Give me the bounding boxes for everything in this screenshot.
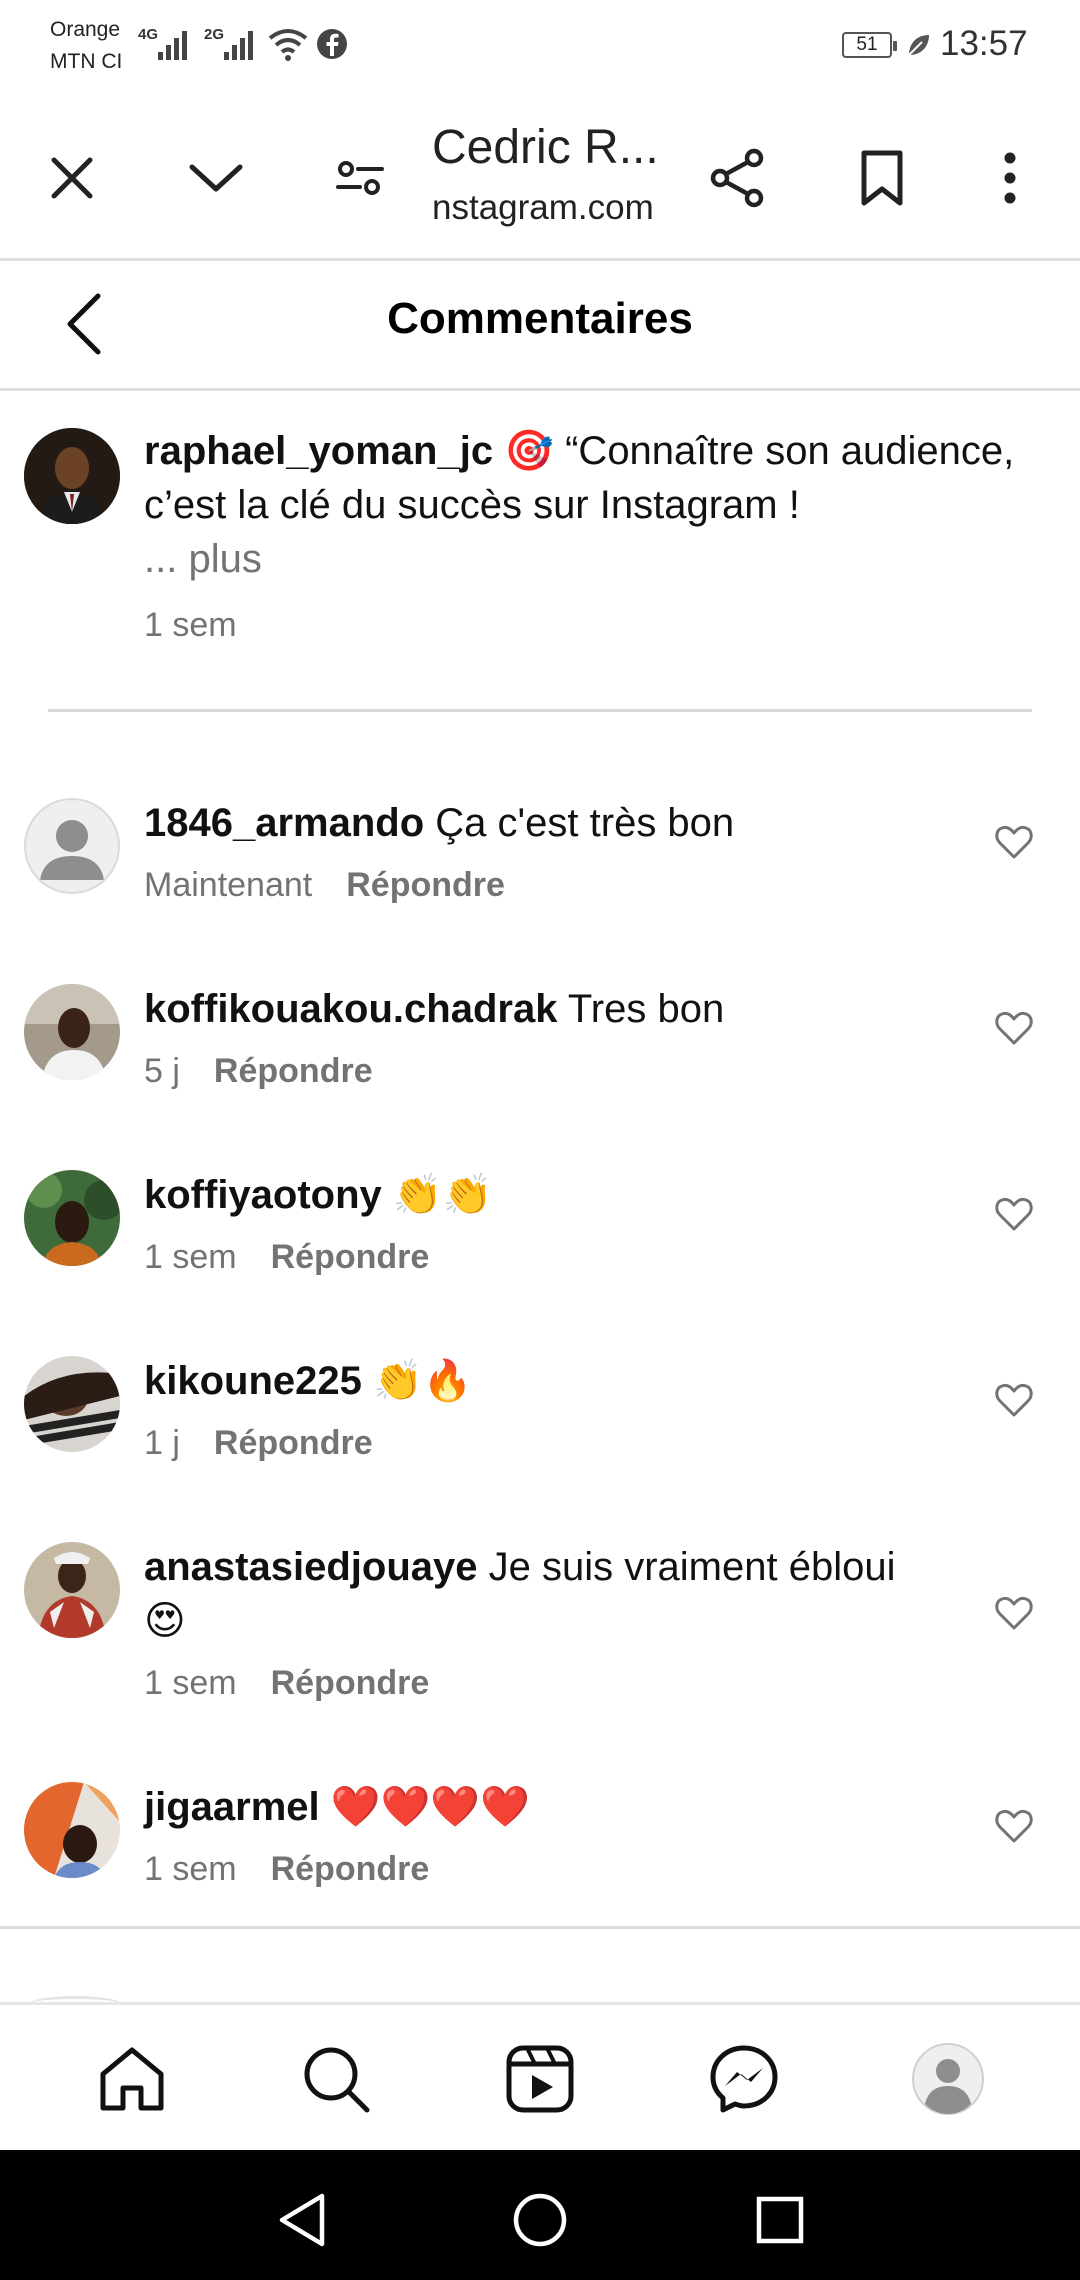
comment-username[interactable]: koffikouakou.chadrak [144, 987, 557, 1031]
comment-username[interactable]: 1846_armando [144, 801, 424, 845]
avatar[interactable] [24, 1782, 120, 1878]
divider [48, 709, 1032, 712]
reply-button[interactable]: Répondre [271, 1664, 430, 1702]
reply-button[interactable]: Répondre [346, 866, 505, 904]
comment-body: 👏🔥 [373, 1359, 473, 1403]
page-title: Cedric R... [432, 121, 659, 174]
comment-text: 1846_armando Ça c'est très bon [144, 796, 934, 850]
home-icon[interactable] [94, 2041, 170, 2117]
comment-text: kikoune225 👏🔥 [144, 1354, 934, 1408]
like-heart-icon[interactable] [994, 822, 1034, 862]
comment-timestamp: 5 j [144, 1052, 180, 1090]
close-icon[interactable] [36, 142, 108, 214]
signal-icon [158, 31, 187, 60]
comment-text: koffikouakou.chadrak Tres bon [144, 982, 934, 1036]
network-type-1: 4G [138, 26, 159, 43]
chevron-down-icon[interactable] [180, 142, 252, 214]
home-circle-icon[interactable] [504, 2184, 576, 2256]
leaf-icon [908, 35, 929, 56]
clock: 13:57 [940, 24, 1028, 63]
like-heart-icon[interactable] [994, 1194, 1034, 1234]
comment-meta: Maintenant Répondre [144, 866, 505, 905]
comment-timestamp: 1 sem [144, 1664, 237, 1702]
battery-indicator: 51 [842, 32, 897, 58]
comment-username[interactable]: jigaarmel [144, 1785, 320, 1829]
avatar[interactable] [24, 798, 120, 894]
comment-meta: 1 sem Répondre [144, 1664, 429, 1703]
like-heart-icon[interactable] [994, 1380, 1034, 1420]
like-heart-icon[interactable] [994, 1806, 1034, 1846]
browser-toolbar: Cedric R... nstagram.com [0, 90, 1080, 258]
share-icon[interactable] [702, 142, 774, 214]
comment-body: Tres bon [567, 987, 725, 1031]
divider [0, 258, 1080, 261]
recents-square-icon[interactable] [744, 2184, 816, 2256]
avatar[interactable] [24, 984, 120, 1080]
reply-button[interactable]: Répondre [271, 1238, 430, 1276]
avatar[interactable] [24, 1542, 120, 1638]
profile-icon[interactable] [910, 2041, 986, 2117]
comment-body: ❤️❤️❤️❤️ [330, 1785, 530, 1829]
comment-body: 👏👏 [392, 1173, 493, 1217]
comment-text: koffiyaotony 👏👏 [144, 1168, 934, 1222]
avatar[interactable] [24, 428, 120, 524]
comment-username[interactable]: kikoune225 [144, 1359, 362, 1403]
reply-button[interactable]: Répondre [214, 1052, 373, 1090]
caption-timestamp: 1 sem [144, 606, 237, 644]
back-triangle-icon[interactable] [266, 2184, 338, 2256]
comment-body: Ça c'est très bon [435, 801, 735, 845]
more-link[interactable]: ... plus [144, 537, 262, 581]
divider [0, 1926, 1080, 1929]
carrier-2: MTN CI [50, 50, 123, 73]
wifi-icon [268, 29, 308, 61]
comment-timestamp: 1 sem [144, 1238, 237, 1276]
comment-meta: 1 sem Répondre [144, 1238, 429, 1277]
comment-username[interactable]: koffiyaotony [144, 1173, 382, 1217]
comment-meta: 1 j Répondre [144, 1424, 373, 1463]
comment-meta: 5 j Répondre [144, 1052, 373, 1091]
reply-button[interactable]: Répondre [214, 1424, 373, 1462]
page-url[interactable]: nstagram.com [432, 188, 672, 228]
comment-text: anastasiedjouaye Je suis vraiment ébloui… [144, 1540, 934, 1648]
comment-timestamp: 1 sem [144, 1850, 237, 1888]
bottom-navigation [0, 2002, 1080, 2152]
network-type-2: 2G [204, 26, 225, 43]
caption-username[interactable]: raphael_yoman_jc [144, 429, 493, 473]
more-vertical-icon[interactable] [974, 142, 1046, 214]
reels-icon[interactable] [502, 2041, 578, 2117]
comment-timestamp: Maintenant [144, 866, 313, 904]
like-heart-icon[interactable] [994, 1008, 1034, 1048]
settings-sliders-icon[interactable] [324, 142, 396, 214]
page-heading: Commentaires [387, 294, 693, 343]
avatar[interactable] [24, 1356, 120, 1452]
reply-button[interactable]: Répondre [271, 1850, 430, 1888]
comment-timestamp: 1 j [144, 1424, 180, 1462]
system-navigation-bar [0, 2150, 1080, 2280]
comment-meta: 1 sem Répondre [144, 1850, 429, 1889]
messenger-icon[interactable] [706, 2041, 782, 2117]
signal-icon [224, 31, 253, 60]
facebook-icon [317, 29, 347, 59]
like-heart-icon[interactable] [994, 1593, 1034, 1633]
divider [0, 388, 1080, 391]
search-icon[interactable] [298, 2041, 374, 2117]
caption-text: raphael_yoman_jc 🎯 “Connaître son audien… [144, 424, 1034, 586]
carrier-1: Orange [50, 18, 121, 41]
avatar[interactable] [24, 1170, 120, 1266]
comment-username[interactable]: anastasiedjouaye [144, 1545, 478, 1589]
bookmark-icon[interactable] [846, 142, 918, 214]
status-bar: Orange MTN CI 4G 2G 51 13:57 [0, 0, 1080, 90]
comment-text: jigaarmel ❤️❤️❤️❤️ [144, 1780, 934, 1834]
